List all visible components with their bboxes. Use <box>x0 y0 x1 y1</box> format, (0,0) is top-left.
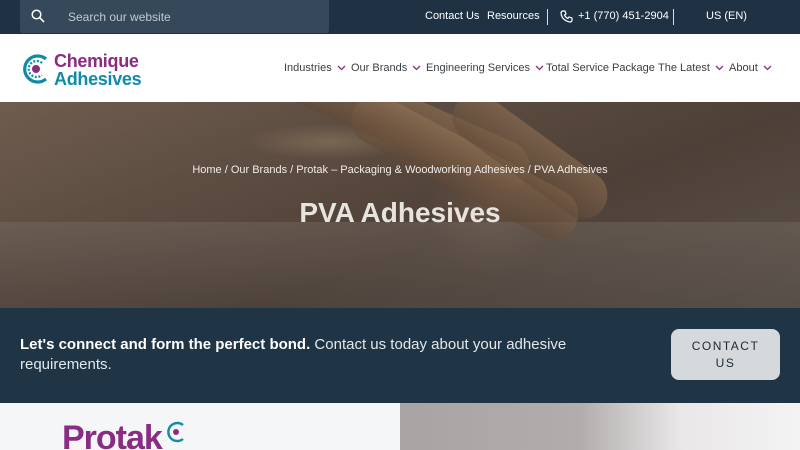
cta-text: Let's connect and form the perfect bond.… <box>20 335 620 375</box>
nav-the-latest[interactable]: The Latest <box>658 62 724 74</box>
button-label-line2: US <box>715 355 736 370</box>
locale-selector[interactable]: US (EN) <box>706 10 747 22</box>
chevron-down-icon <box>337 65 346 71</box>
contact-cta-band: Let's connect and form the perfect bond.… <box>0 308 800 403</box>
button-label-line1: CONTACT <box>691 338 760 353</box>
divider <box>547 9 548 25</box>
nav-label: About <box>729 62 758 74</box>
phone-link[interactable]: +1 (770) 451-2904 <box>578 10 669 22</box>
search-input[interactable] <box>68 7 328 27</box>
nav-label: Our Brands <box>351 62 408 74</box>
chevron-down-icon <box>763 65 772 71</box>
nav-label: Engineering Services <box>426 62 530 74</box>
chevron-down-icon <box>412 65 421 71</box>
nav-label: Total Service Package <box>546 62 655 74</box>
resources-link[interactable]: Resources <box>487 10 540 22</box>
chevron-down-icon <box>715 65 724 71</box>
chemique-logo-mark <box>23 54 48 84</box>
protak-logo-mark <box>167 421 184 443</box>
divider <box>673 9 674 25</box>
product-image <box>400 403 800 450</box>
contact-us-link[interactable]: Contact Us <box>425 10 479 22</box>
logo-text-line2: Adhesives <box>54 69 142 89</box>
contact-us-button[interactable]: CONTACT US <box>671 329 780 380</box>
search-icon <box>31 9 45 23</box>
chemique-logo[interactable]: Chemique Adhesives <box>20 51 150 91</box>
top-utility-bar: Contact Us Resources +1 (770) 451-2904 U… <box>0 0 800 34</box>
nav-label: The Latest <box>658 62 710 74</box>
nav-industries[interactable]: Industries <box>284 62 346 74</box>
nav-about[interactable]: About <box>729 62 772 74</box>
chevron-down-icon <box>535 65 544 71</box>
breadcrumb[interactable]: Home / Our Brands / Protak – Packaging &… <box>0 164 800 176</box>
nav-total-service-package[interactable]: Total Service Package <box>546 62 655 74</box>
nav-our-brands[interactable]: Our Brands <box>351 62 421 74</box>
nav-engineering-services[interactable]: Engineering Services <box>426 62 544 74</box>
phone-icon <box>560 10 573 23</box>
page-title: PVA Adhesives <box>299 197 501 228</box>
brand-panel: Protak <box>0 403 400 450</box>
search-box[interactable] <box>20 0 329 33</box>
protak-logo: Protak <box>62 419 163 450</box>
cta-bold-text: Let's connect and form the perfect bond. <box>20 336 311 353</box>
hero-banner: Home / Our Brands / Protak – Packaging &… <box>0 102 800 308</box>
main-header: Chemique Adhesives Industries Our Brands… <box>0 34 800 102</box>
nav-label: Industries <box>284 62 332 74</box>
